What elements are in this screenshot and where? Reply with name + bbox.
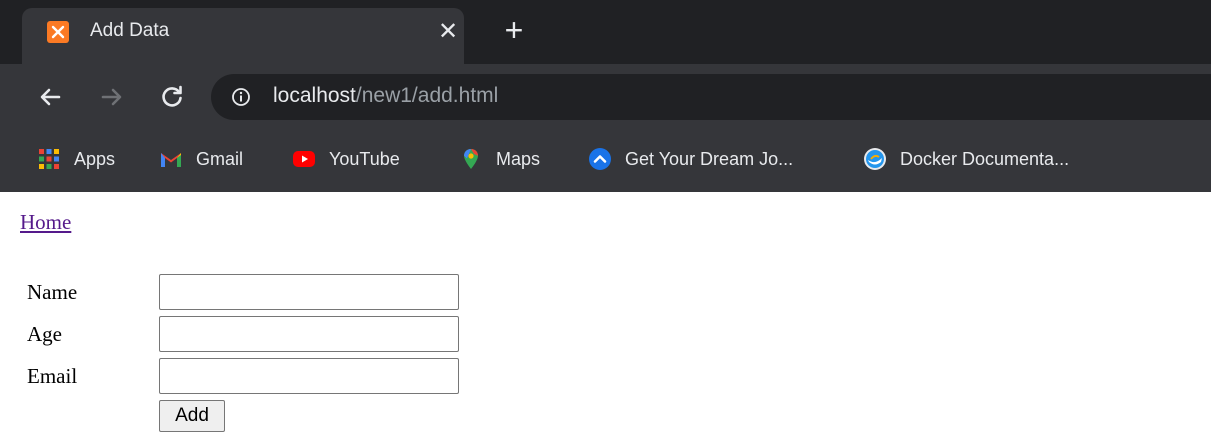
bookmark-label: YouTube <box>329 148 400 169</box>
bookmark-maps[interactable]: Maps <box>459 146 540 172</box>
bookmark-gmail[interactable]: Gmail <box>159 146 243 172</box>
bookmark-label: Maps <box>496 148 541 169</box>
xampp-icon <box>47 21 69 43</box>
bookmark-dream-job[interactable]: Get Your Dream Jo... <box>588 146 793 172</box>
docker-icon <box>864 148 886 170</box>
maps-icon <box>464 149 478 169</box>
home-link[interactable]: Home <box>20 210 71 235</box>
apps-grid-icon <box>39 149 59 169</box>
info-icon[interactable] <box>231 87 251 107</box>
back-button[interactable] <box>37 83 65 111</box>
browser-toolbar: localhost/new1/add.html <box>0 64 1211 128</box>
reload-icon <box>162 85 182 107</box>
email-input[interactable] <box>159 358 459 394</box>
age-input[interactable] <box>159 316 459 352</box>
url-host: localhost <box>273 84 356 107</box>
dream-job-icon <box>589 148 611 170</box>
add-button[interactable]: Add <box>159 400 225 432</box>
reload-button[interactable] <box>158 83 186 111</box>
browser-chrome: Add Data ✕ + localhost/new1/add.html App… <box>0 0 1211 192</box>
arrow-left-icon <box>40 88 61 106</box>
close-icon[interactable]: ✕ <box>435 19 461 45</box>
name-label: Name <box>27 280 78 304</box>
arrow-right-icon <box>101 88 122 106</box>
name-input[interactable] <box>159 274 459 310</box>
bookmark-label: Get Your Dream Jo... <box>625 148 794 169</box>
bookmarks-bar: Apps Gmail YouTube Maps Get Your Dream J… <box>0 128 1211 192</box>
tab-strip: Add Data ✕ + <box>0 0 1211 64</box>
bookmark-label: Gmail <box>196 148 244 169</box>
tab-add-data[interactable]: Add Data ✕ <box>22 8 464 64</box>
tab-title: Add Data <box>90 20 170 41</box>
url-text: localhost/new1/add.html <box>273 84 498 108</box>
bookmark-label: Apps <box>74 148 116 169</box>
form-row-age: Age <box>0 316 500 352</box>
age-label: Age <box>27 322 62 346</box>
gmail-icon <box>161 153 181 167</box>
url-path: /new1/add.html <box>355 84 499 107</box>
form-row-name: Name <box>0 274 500 310</box>
email-label: Email <box>27 364 78 388</box>
address-bar[interactable]: localhost/new1/add.html <box>211 74 1211 120</box>
forward-button[interactable] <box>97 83 125 111</box>
bookmark-label: Docker Documenta... <box>900 148 1070 169</box>
form-row-email: Email <box>0 358 500 394</box>
new-tab-button[interactable]: + <box>499 14 529 46</box>
youtube-icon <box>293 151 315 167</box>
bookmark-docker[interactable]: Docker Documenta... <box>863 146 1069 172</box>
bookmark-apps[interactable]: Apps <box>37 146 115 172</box>
bookmark-youtube[interactable]: YouTube <box>292 146 400 172</box>
